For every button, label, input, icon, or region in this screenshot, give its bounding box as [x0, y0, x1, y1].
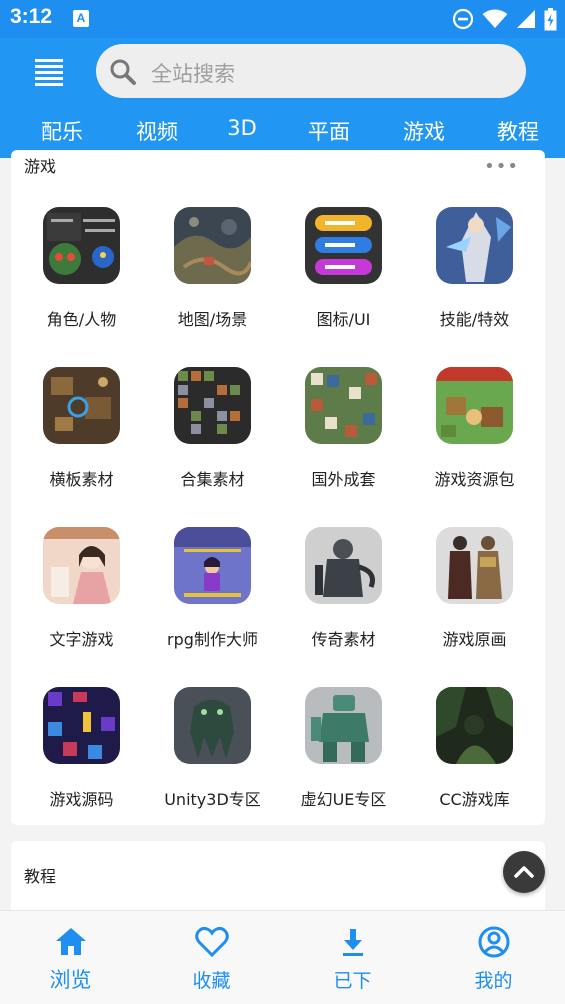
wifi-icon — [482, 9, 508, 28]
cc-library-thumb — [436, 687, 513, 764]
category-tabs: 配乐 视频 3D 平面 游戏 教程 — [0, 116, 565, 146]
nav-label: 我的 — [474, 970, 513, 992]
tab-music[interactable]: 配乐 — [41, 116, 83, 146]
scroll-to-top-button[interactable] — [503, 851, 545, 893]
text-game-thumb — [43, 527, 120, 604]
do-not-disturb-icon — [452, 8, 474, 30]
tab-3d[interactable]: 3D — [227, 116, 257, 140]
game-category-item[interactable]: 文字游戏 — [16, 527, 147, 657]
notification-a-icon: A — [73, 10, 89, 27]
game-category-item[interactable]: 技能/特效 — [409, 207, 540, 337]
game-category-label: 横板素材 — [49, 470, 114, 489]
game-category-item[interactable]: 传奇素材 — [278, 527, 409, 657]
game-category-label: 传奇素材 — [311, 630, 376, 649]
game-category-label: 虚幻UE专区 — [300, 790, 387, 809]
status-bar: 3:12 A — [0, 0, 565, 38]
game-category-item[interactable]: 图标/UI — [278, 207, 409, 337]
games-section: 游戏 ••• 角色/人物 地图/场景 图标/UI 技能/特效 横板素材 合集素材… — [11, 150, 545, 825]
bottom-nav: 浏览 收藏 已下 我的 — [0, 910, 565, 1004]
tab-graphic[interactable]: 平面 — [308, 116, 350, 146]
game-category-item[interactable]: 合集素材 — [147, 367, 278, 497]
game-category-label: 地图/场景 — [177, 310, 248, 329]
game-category-item[interactable]: CC游戏库 — [409, 687, 540, 817]
concept-art-thumb — [436, 527, 513, 604]
foreign-set-thumb — [305, 367, 382, 444]
nav-item-mine[interactable]: 我的 — [423, 911, 564, 1004]
section-title: 教程 — [24, 867, 57, 886]
game-category-label: rpg制作大师 — [167, 630, 258, 649]
game-category-label: CC游戏库 — [439, 790, 510, 809]
game-category-label: 游戏资源包 — [434, 470, 515, 489]
game-category-label: Unity3D专区 — [164, 790, 261, 809]
ui-icon-thumb — [305, 207, 382, 284]
search-placeholder: 全站搜索 — [151, 62, 235, 86]
character-thumb — [43, 207, 120, 284]
game-category-item[interactable]: 游戏源码 — [16, 687, 147, 817]
home-icon — [56, 928, 86, 955]
collection-thumb — [174, 367, 251, 444]
game-category-label: 角色/人物 — [46, 310, 117, 329]
nav-item-downloaded[interactable]: 已下 — [282, 911, 423, 1004]
legend-material-thumb — [305, 527, 382, 604]
game-category-label: 国外成套 — [311, 470, 376, 489]
game-category-label: 技能/特效 — [439, 310, 510, 329]
tab-video[interactable]: 视频 — [136, 116, 178, 146]
game-category-item[interactable]: 地图/场景 — [147, 207, 278, 337]
status-icons — [452, 7, 557, 31]
search-icon — [110, 59, 136, 85]
game-category-item[interactable]: 角色/人物 — [16, 207, 147, 337]
nav-item-browse[interactable]: 浏览 — [0, 911, 141, 1004]
nav-label: 收藏 — [192, 970, 231, 992]
game-category-item[interactable]: Unity3D专区 — [147, 687, 278, 817]
section-title: 游戏 — [24, 157, 57, 176]
nav-label: 浏览 — [49, 968, 92, 992]
game-category-item[interactable]: 虚幻UE专区 — [278, 687, 409, 817]
more-icon[interactable]: ••• — [484, 156, 519, 177]
cell-signal-icon — [517, 10, 535, 28]
chevron-up-icon — [514, 866, 534, 878]
unity3d-thumb — [174, 687, 251, 764]
tab-tutorial[interactable]: 教程 — [497, 116, 539, 146]
battery-icon — [544, 7, 557, 30]
account-icon — [478, 926, 510, 958]
map-thumb — [174, 207, 251, 284]
game-category-item[interactable]: 游戏资源包 — [409, 367, 540, 497]
game-category-label: 游戏源码 — [49, 790, 114, 809]
status-time: 3:12 — [10, 5, 53, 28]
unreal-thumb — [305, 687, 382, 764]
menu-icon[interactable] — [35, 59, 63, 86]
nav-label: 已下 — [333, 970, 372, 992]
tab-games[interactable]: 游戏 — [403, 116, 445, 146]
game-category-label: 文字游戏 — [49, 630, 114, 649]
nav-item-favorites[interactable]: 收藏 — [141, 911, 282, 1004]
resource-pack-thumb — [436, 367, 513, 444]
skill-effect-thumb — [436, 207, 513, 284]
tutorial-section: 教程 — [11, 841, 545, 916]
side-scroller-thumb — [43, 367, 120, 444]
game-category-item[interactable]: 国外成套 — [278, 367, 409, 497]
heart-icon — [195, 926, 229, 958]
game-category-label: 图标/UI — [316, 310, 371, 329]
source-code-thumb — [43, 687, 120, 764]
game-category-item[interactable]: rpg制作大师 — [147, 527, 278, 657]
game-category-item[interactable]: 横板素材 — [16, 367, 147, 497]
rpg-maker-thumb — [174, 527, 251, 604]
game-category-label: 合集素材 — [180, 470, 245, 489]
download-icon — [343, 929, 363, 956]
search-input[interactable]: 全站搜索 — [96, 44, 526, 98]
game-category-item[interactable]: 游戏原画 — [409, 527, 540, 657]
app-header: 全站搜索 配乐 视频 3D 平面 游戏 教程 — [0, 38, 565, 158]
game-category-label: 游戏原画 — [442, 630, 507, 649]
